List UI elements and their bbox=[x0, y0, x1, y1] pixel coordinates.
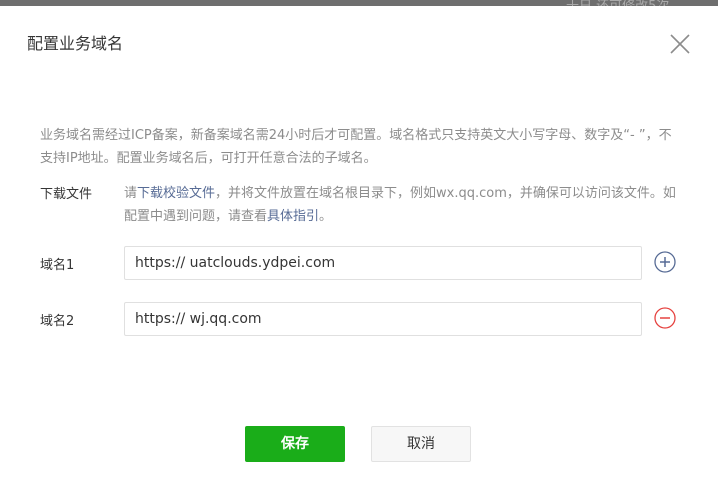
configure-domain-dialog: 配置业务域名 业务域名需经过ICP备案，新备案域名需24小时后才可配置。域名格式… bbox=[0, 6, 718, 487]
download-text-prefix: 请 bbox=[124, 186, 138, 201]
download-file-label: 下载文件 bbox=[40, 187, 93, 202]
dialog-title: 配置业务域名 bbox=[27, 34, 124, 53]
domain-1-label: 域名1 bbox=[40, 258, 75, 273]
save-button[interactable]: 保存 bbox=[245, 426, 345, 462]
domain-2-label: 域名2 bbox=[40, 314, 75, 329]
plus-circle-icon[interactable] bbox=[654, 251, 676, 273]
download-text-suffix: 。 bbox=[319, 209, 333, 224]
download-instructions: 请下载校验文件，并将文件放置在域名根目录下，例如wx.qq.com，并确保可以访… bbox=[124, 182, 680, 228]
domain-1-input[interactable] bbox=[124, 246, 642, 280]
guide-link[interactable]: 具体指引 bbox=[267, 209, 319, 224]
close-icon[interactable] bbox=[666, 30, 694, 58]
domain-description: 业务域名需经过ICP备案，新备案域名需24小时后才可配置。域名格式只支持英文大小… bbox=[40, 128, 672, 166]
download-verify-file-link[interactable]: 下载校验文件 bbox=[137, 186, 215, 201]
domain-2-input[interactable] bbox=[124, 302, 642, 336]
cancel-button[interactable]: 取消 bbox=[371, 426, 471, 462]
minus-circle-icon[interactable] bbox=[654, 307, 676, 329]
